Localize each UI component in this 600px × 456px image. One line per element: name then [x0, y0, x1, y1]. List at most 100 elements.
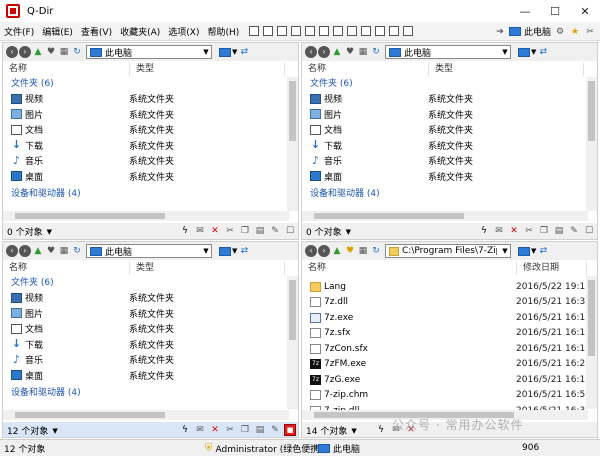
forward-icon[interactable]: ›	[318, 245, 330, 257]
view-mode-button[interactable]: ▼	[219, 246, 237, 256]
properties-icon[interactable]: ☐	[583, 225, 595, 237]
address-text[interactable]: 此电脑	[105, 245, 198, 258]
forward-icon[interactable]: ›	[19, 245, 31, 257]
delete-icon[interactable]: ✕	[209, 225, 221, 237]
group-drives[interactable]: 设备和驱动器 (4)	[3, 386, 174, 400]
favorites-icon[interactable]: ♥	[45, 245, 57, 257]
scroll-thumb[interactable]	[588, 81, 595, 141]
layout-1-icon[interactable]	[249, 26, 260, 36]
sync-icon[interactable]: ⇄	[537, 46, 549, 58]
favorite-star-icon[interactable]: ★	[569, 26, 581, 38]
mail-icon[interactable]: ✉	[194, 225, 206, 237]
copy-icon[interactable]: ❐	[538, 225, 550, 237]
lightning-icon[interactable]: ϟ	[179, 225, 191, 237]
address-bar[interactable]: 此电脑 ▼	[86, 244, 212, 258]
up-folder-icon[interactable]: ▲	[331, 46, 343, 58]
back-icon[interactable]: ‹	[6, 46, 18, 58]
chevron-down-icon[interactable]: ▼	[500, 247, 510, 255]
list-item[interactable]: 7zCon.sfx 2016/5/21 16:1	[302, 341, 585, 357]
copy-icon[interactable]: ❐	[239, 225, 251, 237]
list-item[interactable]: 7z.exe 2016/5/21 16:1	[302, 310, 585, 326]
cut-icon[interactable]: ✂	[224, 225, 236, 237]
horizontal-scrollbar[interactable]	[3, 211, 289, 221]
address-bar[interactable]: 此电脑 ▼	[385, 45, 511, 59]
sync-icon[interactable]: ⇄	[238, 245, 250, 257]
object-count[interactable]: 0 个对象 ▼	[3, 225, 52, 239]
lightning-icon[interactable]: ϟ	[375, 424, 387, 436]
view-grid-icon[interactable]: ▦	[357, 46, 369, 58]
group-drives[interactable]: 设备和驱动器 (4)	[302, 187, 473, 201]
column-type[interactable]: 类型	[429, 62, 584, 76]
address-text[interactable]: 此电脑	[404, 46, 497, 59]
object-count[interactable]: 12 个对象 ▼	[3, 424, 58, 438]
column-name[interactable]: 名称	[302, 261, 517, 275]
layout-10-icon[interactable]	[375, 26, 386, 36]
list-item[interactable]: 7z 7zG.exe 2016/5/21 16:1	[302, 372, 585, 388]
scroll-thumb[interactable]	[289, 280, 296, 340]
list-item[interactable]: 视频 系统文件夹	[3, 91, 174, 107]
layout-11-icon[interactable]	[389, 26, 400, 36]
group-folders[interactable]: 文件夹 (6)	[3, 77, 174, 91]
list-item[interactable]: 桌面 系统文件夹	[3, 169, 174, 185]
vertical-scrollbar[interactable]	[287, 77, 298, 211]
edit-pen-icon[interactable]: ✎	[568, 225, 580, 237]
refresh-icon[interactable]: ↻	[71, 245, 83, 257]
favorites-icon[interactable]: ♥	[344, 245, 356, 257]
arrow-right-icon[interactable]: ➔	[494, 26, 506, 38]
copy-icon[interactable]: ❐	[239, 424, 251, 436]
object-count[interactable]: 0 个对象 ▼	[302, 225, 351, 239]
column-type[interactable]: 类型	[130, 62, 285, 76]
menu-location-label[interactable]: 此电脑	[524, 25, 551, 38]
properties-icon[interactable]: ☐	[284, 225, 296, 237]
menu-edit[interactable]: 编辑(E)	[38, 25, 77, 38]
layout-3-icon[interactable]	[277, 26, 288, 36]
list-item[interactable]: 视频 系统文件夹	[302, 91, 473, 107]
scroll-thumb[interactable]	[314, 213, 464, 219]
refresh-icon[interactable]: ↻	[370, 46, 382, 58]
chevron-down-icon[interactable]: ▼	[500, 48, 510, 56]
paste-icon[interactable]: ▤	[553, 225, 565, 237]
sync-icon[interactable]: ⇄	[238, 46, 250, 58]
up-folder-icon[interactable]: ▲	[32, 245, 44, 257]
list-item[interactable]: Lang 2016/5/22 19:1	[302, 279, 585, 295]
tools-icon[interactable]: ✂	[584, 26, 596, 38]
scroll-thumb[interactable]	[15, 412, 165, 418]
list-item[interactable]: 7-zip.chm 2016/5/21 16:5	[302, 388, 585, 404]
edit-pen-icon[interactable]: ✎	[269, 424, 281, 436]
list-item[interactable]: ↓ 下载 系统文件夹	[302, 138, 473, 154]
list-item[interactable]: 视频 系统文件夹	[3, 290, 174, 306]
menu-view[interactable]: 查看(V)	[77, 25, 116, 38]
list-item[interactable]: 图片 系统文件夹	[3, 107, 174, 123]
refresh-icon[interactable]: ↻	[370, 245, 382, 257]
menu-help[interactable]: 帮助(H)	[204, 25, 244, 38]
list-item[interactable]: ↓ 下载 系统文件夹	[3, 337, 174, 353]
maximize-button[interactable]: ☐	[540, 0, 570, 22]
view-grid-icon[interactable]: ▦	[58, 46, 70, 58]
layout-6-icon[interactable]	[319, 26, 330, 36]
menu-favorites[interactable]: 收藏夹(A)	[116, 25, 164, 38]
chevron-down-icon[interactable]: ▼	[201, 247, 211, 255]
list-item[interactable]: 桌面 系统文件夹	[302, 169, 473, 185]
list-item[interactable]: ♪ 音乐 系统文件夹	[302, 153, 473, 169]
back-icon[interactable]: ‹	[305, 46, 317, 58]
sync-icon[interactable]: ⇄	[537, 245, 549, 257]
delete-icon[interactable]: ✕	[508, 225, 520, 237]
column-name[interactable]: 名称	[3, 62, 130, 76]
layout-7-icon[interactable]	[333, 26, 344, 36]
forward-icon[interactable]: ›	[19, 46, 31, 58]
back-icon[interactable]: ‹	[305, 245, 317, 257]
up-folder-icon[interactable]: ▲	[331, 245, 343, 257]
horizontal-scrollbar[interactable]	[302, 211, 588, 221]
object-count[interactable]: 14 个对象 ▼	[302, 424, 357, 438]
list-item[interactable]: ↓ 下载 系统文件夹	[3, 138, 174, 154]
list-item[interactable]: 桌面 系统文件夹	[3, 368, 174, 384]
column-modified-date[interactable]: 修改日期	[517, 261, 587, 275]
layout-9-icon[interactable]	[361, 26, 372, 36]
cut-icon[interactable]: ✂	[224, 424, 236, 436]
layout-12-icon[interactable]	[403, 26, 414, 36]
list-item[interactable]: 图片 系统文件夹	[3, 306, 174, 322]
list-item[interactable]: ♪ 音乐 系统文件夹	[3, 352, 174, 368]
settings-icon[interactable]: ⚙	[554, 26, 566, 38]
paste-icon[interactable]: ▤	[254, 225, 266, 237]
address-text[interactable]: 此电脑	[105, 46, 198, 59]
